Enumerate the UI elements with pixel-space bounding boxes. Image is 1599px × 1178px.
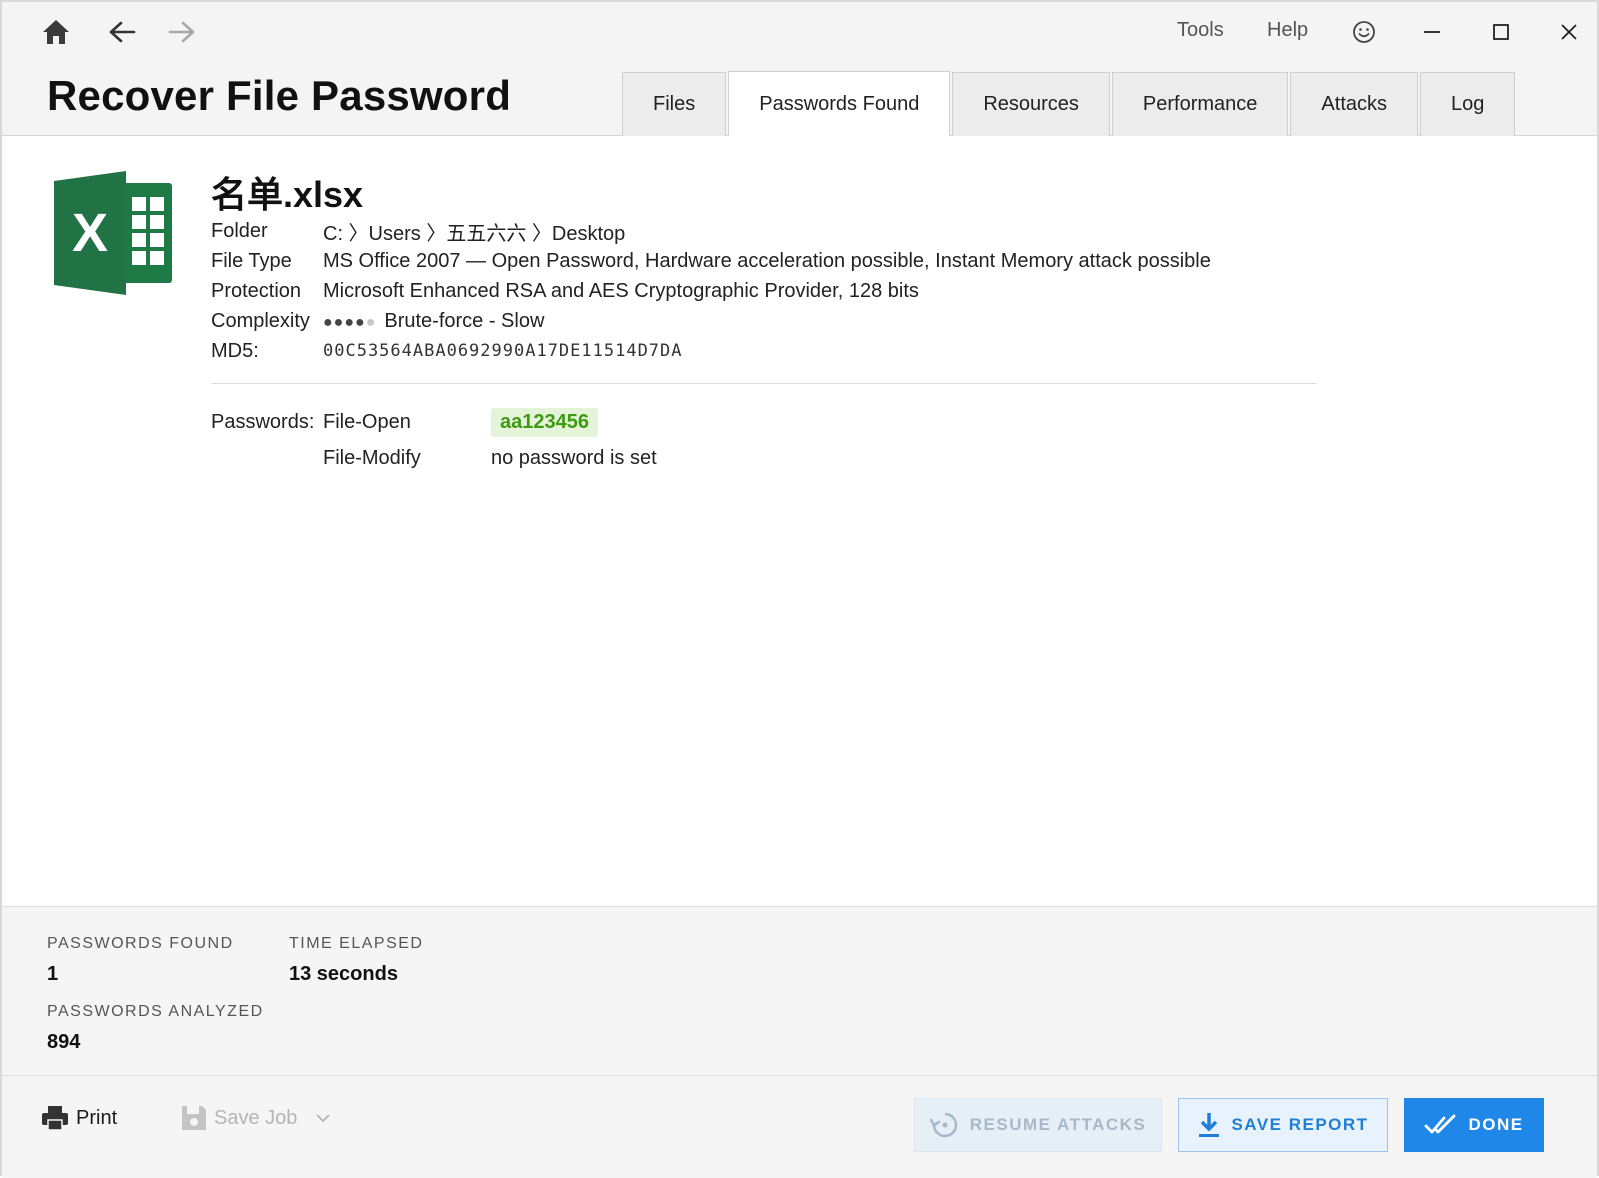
footer-bar: Print Save Job RESUME ATTACKS SAVE REPOR… xyxy=(2,1076,1597,1178)
arrow-right-icon[interactable] xyxy=(164,14,200,50)
app-window: Tools Help Recover File Password Files P… xyxy=(0,0,1599,1178)
chevron-down-icon[interactable] xyxy=(315,1113,331,1123)
stat-value: 1 xyxy=(47,963,59,985)
svg-text:X: X xyxy=(72,203,108,263)
password-row-open: Passwords: File-Open aa123456 xyxy=(211,404,657,440)
save-job-button[interactable]: Save Job xyxy=(180,1104,337,1132)
info-row-folder: Folder C: 〉Users 〉五五六六 〉Desktop xyxy=(211,216,1211,246)
stat-value: 13 seconds xyxy=(289,963,398,985)
info-row-protection: Protection Microsoft Enhanced RSA and AE… xyxy=(211,276,1211,306)
found-password[interactable]: aa123456 xyxy=(491,407,598,437)
file-info: Folder C: 〉Users 〉五五六六 〉Desktop File Typ… xyxy=(211,216,1211,366)
md5-label: MD5: xyxy=(211,339,259,362)
passwords-found-panel: X 名单.xlsx Folder C: 〉Users 〉五五六六 〉Deskto… xyxy=(2,136,1597,906)
file-type-value: MS Office 2007 — Open Password, Hardware… xyxy=(323,249,1211,272)
stat-value: 894 xyxy=(47,1031,81,1053)
folder-label: Folder xyxy=(211,219,268,242)
smiley-icon[interactable] xyxy=(1344,12,1384,52)
stat-label: TIME ELAPSED xyxy=(289,935,424,952)
resume-attacks-label: RESUME ATTACKS xyxy=(969,1115,1147,1134)
password-type: File-Modify xyxy=(323,446,421,469)
tab-log[interactable]: Log xyxy=(1420,72,1516,136)
floppy-disk-icon xyxy=(180,1104,208,1132)
menu-help[interactable]: Help xyxy=(1267,19,1308,42)
close-icon[interactable] xyxy=(1549,12,1589,52)
double-check-icon xyxy=(1424,1114,1458,1136)
resume-attacks-button[interactable]: RESUME ATTACKS xyxy=(914,1098,1162,1152)
complexity-label: Complexity xyxy=(211,309,310,332)
password-type: File-Open xyxy=(323,410,411,433)
folder-path[interactable]: C: 〉Users 〉五五六六 〉Desktop xyxy=(323,217,625,246)
password-status: no password is set xyxy=(491,446,657,469)
maximize-icon[interactable] xyxy=(1481,12,1521,52)
save-report-label: SAVE REPORT xyxy=(1231,1115,1369,1134)
complexity-dot-empty: ● xyxy=(365,313,377,331)
resume-icon xyxy=(929,1110,960,1140)
done-button[interactable]: DONE xyxy=(1404,1098,1544,1152)
info-row-md5: MD5: 00C53564ABA0692990A17DE11514D7DA xyxy=(211,336,1211,366)
complexity-value: ●●●●● Brute-force - Slow xyxy=(323,310,544,333)
print-label: Print xyxy=(76,1106,118,1129)
stat-label: PASSWORDS FOUND xyxy=(47,935,234,952)
complexity-text: Brute-force - Slow xyxy=(384,309,545,332)
arrow-left-icon[interactable] xyxy=(104,14,140,50)
password-row-modify: File-Modify no password is set xyxy=(211,440,657,476)
tab-performance[interactable]: Performance xyxy=(1111,72,1289,136)
excel-file-icon: X xyxy=(52,171,176,300)
stat-time-elapsed: TIME ELAPSED 13 seconds xyxy=(289,935,423,986)
menu-tools[interactable]: Tools xyxy=(1177,19,1224,42)
passwords-label: Passwords: xyxy=(211,410,315,433)
tab-bar: Files Passwords Found Resources Performa… xyxy=(622,71,1517,137)
tab-passwords-found[interactable]: Passwords Found xyxy=(728,71,951,137)
save-report-button[interactable]: SAVE REPORT xyxy=(1178,1098,1388,1152)
tab-attacks[interactable]: Attacks xyxy=(1290,72,1418,136)
file-name: 名单.xlsx xyxy=(211,174,364,215)
tab-resources[interactable]: Resources xyxy=(952,72,1110,136)
home-icon[interactable] xyxy=(38,14,74,50)
stat-label: PASSWORDS ANALYZED xyxy=(47,1003,264,1020)
complexity-dots: ●●●●● xyxy=(323,314,376,331)
protection-value: Microsoft Enhanced RSA and AES Cryptogra… xyxy=(323,279,919,302)
passwords-list: Passwords: File-Open aa123456 File-Modif… xyxy=(211,404,657,476)
divider xyxy=(211,383,1317,384)
complexity-dot-filled: ● xyxy=(323,313,334,331)
minimize-icon[interactable] xyxy=(1412,12,1452,52)
info-row-file-type: File Type MS Office 2007 — Open Password… xyxy=(211,246,1211,276)
info-row-complexity: Complexity ●●●●● Brute-force - Slow xyxy=(211,306,1211,336)
complexity-dot-filled: ● xyxy=(333,313,345,331)
printer-icon xyxy=(40,1104,70,1132)
file-type-label: File Type xyxy=(211,249,292,272)
done-label: DONE xyxy=(1468,1115,1524,1134)
md5-value: 00C53564ABA0692990A17DE11514D7DA xyxy=(323,341,683,361)
complexity-dot-filled: ● xyxy=(355,313,366,331)
stat-passwords-analyzed: PASSWORDS ANALYZED 894 xyxy=(47,1003,264,1054)
stat-passwords-found: PASSWORDS FOUND 1 xyxy=(47,935,234,986)
print-button[interactable]: Print xyxy=(40,1104,117,1132)
download-icon xyxy=(1197,1111,1221,1139)
stats-panel: PASSWORDS FOUND 1 TIME ELAPSED 13 second… xyxy=(2,906,1597,1076)
protection-label: Protection xyxy=(211,279,302,302)
page-title: Recover File Password xyxy=(47,72,512,119)
save-job-label: Save Job xyxy=(214,1106,298,1129)
tab-files[interactable]: Files xyxy=(622,72,727,136)
complexity-dot-filled: ● xyxy=(344,313,356,331)
title-bar: Tools Help Recover File Password Files P… xyxy=(2,2,1597,137)
